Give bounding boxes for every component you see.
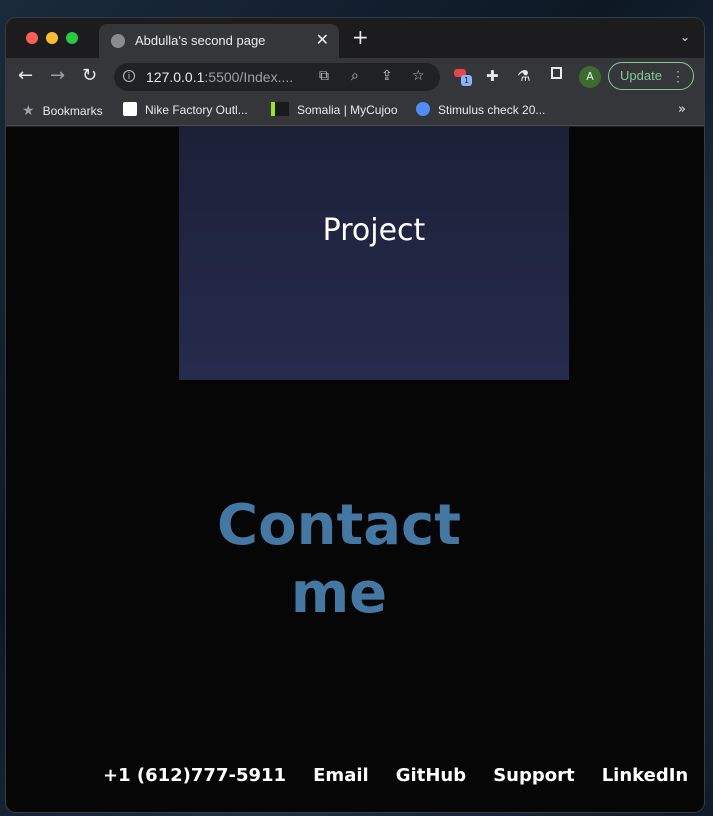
project-title: Project (322, 213, 426, 248)
email-link[interactable]: Email (313, 765, 369, 786)
url-text[interactable]: 127.0.0.1:5500/Index.... (146, 69, 293, 85)
browser-window: Abdulla's second page ✕ + ⌄ ← → ↻ i 127.… (6, 18, 704, 812)
browser-toolbar: ← → ↻ i 127.0.0.1:5500/Index.... ⧉ ⌕ ⇪ ☆… (6, 58, 704, 96)
linkedin-link[interactable]: LinkedIn (602, 765, 689, 786)
update-label: Update (620, 68, 662, 83)
back-arrow-icon[interactable]: ← (18, 66, 33, 86)
close-tab-icon[interactable]: ✕ (316, 30, 329, 49)
bookmark-label: Bookmarks (42, 104, 103, 118)
active-tab[interactable]: Abdulla's second page ✕ (99, 24, 339, 58)
contact-heading-line2: me (290, 561, 388, 626)
profile-avatar[interactable]: A (579, 66, 601, 88)
bookmarks-folder[interactable]: ★ Bookmarks (22, 102, 103, 119)
nike-favicon-icon (123, 102, 137, 116)
github-link[interactable]: GitHub (396, 765, 466, 786)
bookmarks-bar: ★ Bookmarks Nike Factory Outl... Somalia … (6, 96, 704, 126)
tab-strip: Abdulla's second page ✕ + ⌄ (6, 18, 704, 58)
url-host: 127.0.0.1 (146, 69, 205, 85)
puzzle-extensions-icon[interactable]: ✚ (486, 67, 499, 85)
bookmark-nike[interactable]: Nike Factory Outl... (123, 102, 248, 117)
maximize-window-button[interactable] (66, 32, 78, 44)
extension-icon[interactable]: 1 (452, 67, 472, 86)
translate-icon[interactable]: ⧉ (319, 68, 329, 84)
stimulus-favicon-icon (416, 102, 430, 116)
labs-flask-icon[interactable]: ⚗ (517, 67, 530, 85)
bookmark-stimulus[interactable]: Stimulus check 20... (416, 102, 545, 117)
star-icon: ★ (22, 102, 35, 118)
forward-arrow-icon[interactable]: → (50, 66, 65, 86)
extension-badge: 1 (461, 75, 472, 86)
phone-link[interactable]: +1 (612)777-5911 (103, 765, 286, 786)
tab-search-chevron-icon[interactable]: ⌄ (680, 30, 690, 44)
reload-icon[interactable]: ↻ (82, 66, 97, 86)
new-tab-button[interactable]: + (352, 27, 369, 47)
project-card[interactable]: Project (179, 127, 569, 380)
contact-heading: Contact me (179, 492, 499, 628)
globe-icon (111, 34, 125, 48)
zoom-icon[interactable]: ⌕ (351, 68, 359, 84)
url-path: :5500/Index.... (204, 69, 294, 85)
contact-heading-line1: Contact (217, 493, 461, 558)
bookmark-label: Nike Factory Outl... (145, 103, 248, 117)
share-icon[interactable]: ⇪ (381, 68, 393, 84)
more-bookmarks-icon[interactable]: » (678, 102, 686, 117)
close-window-button[interactable] (26, 32, 38, 44)
bookmark-label: Stimulus check 20... (438, 103, 546, 117)
site-info-icon[interactable]: i (123, 70, 135, 82)
side-panel-icon[interactable] (551, 67, 562, 79)
footer-links: +1 (612)777-5911 Email GitHub Support Li… (103, 765, 704, 786)
tab-title: Abdulla's second page (135, 33, 266, 48)
update-button[interactable]: Update ⋮ (608, 62, 694, 90)
page-content: Project Contact me +1 (612)777-5911 Emai… (6, 127, 704, 812)
more-menu-icon[interactable]: ⋮ (671, 63, 685, 89)
bookmark-label: Somalia | MyCujoo (297, 103, 398, 117)
minimize-window-button[interactable] (46, 32, 58, 44)
bookmark-mycujoo[interactable]: Somalia | MyCujoo (271, 102, 398, 117)
support-link[interactable]: Support (493, 765, 574, 786)
mycujoo-favicon-icon (271, 102, 289, 116)
bookmark-star-icon[interactable]: ☆ (412, 68, 425, 84)
address-bar[interactable]: i 127.0.0.1:5500/Index.... ⧉ ⌕ ⇪ ☆ (114, 63, 440, 91)
